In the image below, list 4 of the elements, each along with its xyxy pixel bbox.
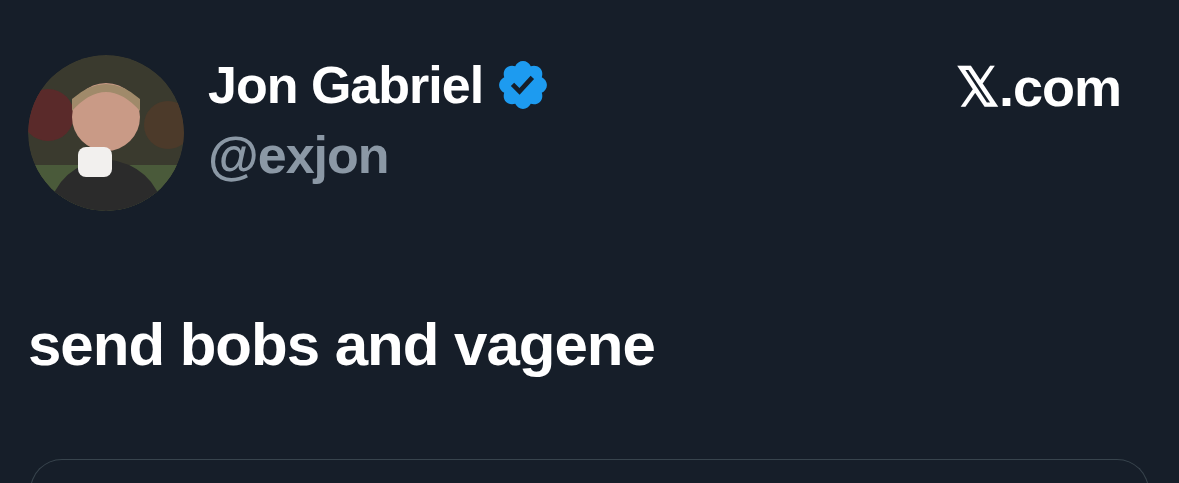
author-handle: @exjon — [208, 125, 390, 186]
source-label: 𝕏.com — [955, 56, 1121, 119]
tweet-text: send bobs and vagene — [27, 310, 656, 380]
author-name: Jon Gabriel — [208, 55, 484, 116]
